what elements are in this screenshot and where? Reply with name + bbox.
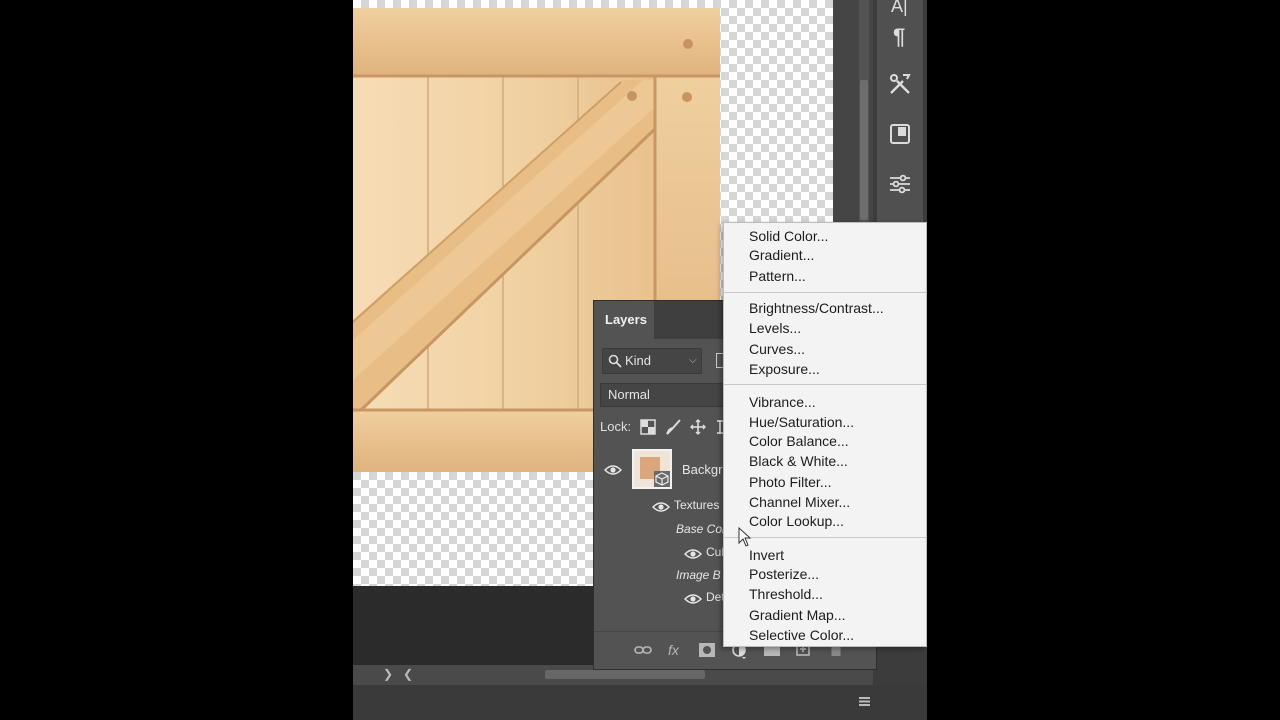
libraries-icon[interactable] [888, 122, 912, 146]
tools-icon[interactable] [888, 72, 912, 96]
lock-label: Lock: [600, 419, 632, 434]
menu-item-hue-saturation[interactable]: Hue/Saturation... [749, 413, 854, 431]
menu-item-color-balance[interactable]: Color Balance... [749, 432, 849, 450]
menu-item-selective-color[interactable]: Selective Color... [749, 626, 854, 644]
lock-transparency-icon[interactable] [640, 419, 656, 435]
status-expand-arrow[interactable]: ❯ [383, 667, 393, 681]
tab-layers[interactable]: Layers [594, 301, 654, 339]
layer-thumbnail [632, 449, 672, 489]
menu-item-threshold[interactable]: Threshold... [749, 585, 823, 603]
lock-position-icon[interactable] [690, 419, 706, 435]
layer-name: Cul [706, 545, 725, 559]
menu-item-invert[interactable]: Invert [749, 546, 784, 564]
menu-item-levels[interactable]: Levels... [749, 319, 801, 337]
menu-item-solid-color[interactable]: Solid Color... [749, 227, 828, 245]
layer-section-label: Image B [676, 568, 721, 582]
blend-mode-select[interactable]: Normal [600, 383, 742, 407]
lock-image-pixels-icon[interactable] [666, 419, 682, 435]
smart-object-icon [654, 471, 670, 487]
menu-item-black-white[interactable]: Black & White... [749, 452, 848, 470]
menu-item-photo-filter[interactable]: Photo Filter... [749, 473, 831, 491]
panel-dock-toolbar: A| ¶ [877, 0, 923, 222]
menu-item-curves[interactable]: Curves... [749, 340, 805, 358]
layer-name: Textures [674, 498, 720, 512]
bottom-panel-strip [353, 685, 927, 720]
adjustments-icon[interactable] [888, 172, 912, 196]
eye-icon[interactable] [652, 501, 670, 513]
fx-icon[interactable]: fx [668, 642, 679, 658]
link-icon[interactable] [634, 644, 652, 656]
eye-icon[interactable] [684, 548, 702, 560]
menu-item-brightness-contrast[interactable]: Brightness/Contrast... [749, 299, 884, 317]
horizontal-scroll-thumb[interactable] [545, 670, 705, 679]
adjustment-layer-menu: Solid Color... Gradient... Pattern... Br… [723, 222, 927, 647]
menu-separator [724, 292, 926, 293]
menu-item-gradient-map[interactable]: Gradient Map... [749, 606, 846, 624]
menu-item-vibrance[interactable]: Vibrance... [749, 393, 816, 411]
menu-item-channel-mixer[interactable]: Channel Mixer... [749, 493, 850, 511]
character-glyph: A| [891, 0, 908, 16]
mask-icon[interactable] [699, 643, 715, 657]
menu-item-color-lookup[interactable]: Color Lookup... [749, 512, 844, 530]
menu-item-posterize[interactable]: Posterize... [749, 565, 819, 583]
character-icon[interactable]: A| [888, 0, 912, 18]
menu-separator [724, 537, 926, 538]
chevron-down-icon: ⌵ [689, 355, 697, 366]
photoshop-window: A| ¶ ❯ ❮ Layers Kind ⌵ Normal Lock: Back… [353, 0, 927, 720]
mouse-cursor-icon [738, 527, 752, 547]
search-icon [608, 354, 622, 368]
scroll-left-arrow[interactable]: ❮ [403, 667, 413, 681]
layer-name: Det [706, 590, 725, 604]
kind-filter-label: Kind [625, 353, 652, 368]
menu-item-gradient[interactable]: Gradient... [749, 246, 814, 264]
layer-kind-filter[interactable]: Kind ⌵ [602, 348, 702, 374]
menu-item-pattern[interactable]: Pattern... [749, 267, 806, 285]
eye-icon[interactable] [684, 593, 702, 605]
layer-section-label: Base Col [676, 522, 725, 536]
vertical-scroll-thumb[interactable] [860, 80, 868, 220]
panel-menu-icon[interactable] [859, 697, 870, 706]
eye-icon[interactable] [604, 464, 622, 476]
menu-item-exposure[interactable]: Exposure... [749, 360, 820, 378]
menu-separator [724, 384, 926, 385]
paragraph-icon[interactable]: ¶ [888, 24, 912, 50]
paragraph-glyph: ¶ [893, 24, 906, 49]
